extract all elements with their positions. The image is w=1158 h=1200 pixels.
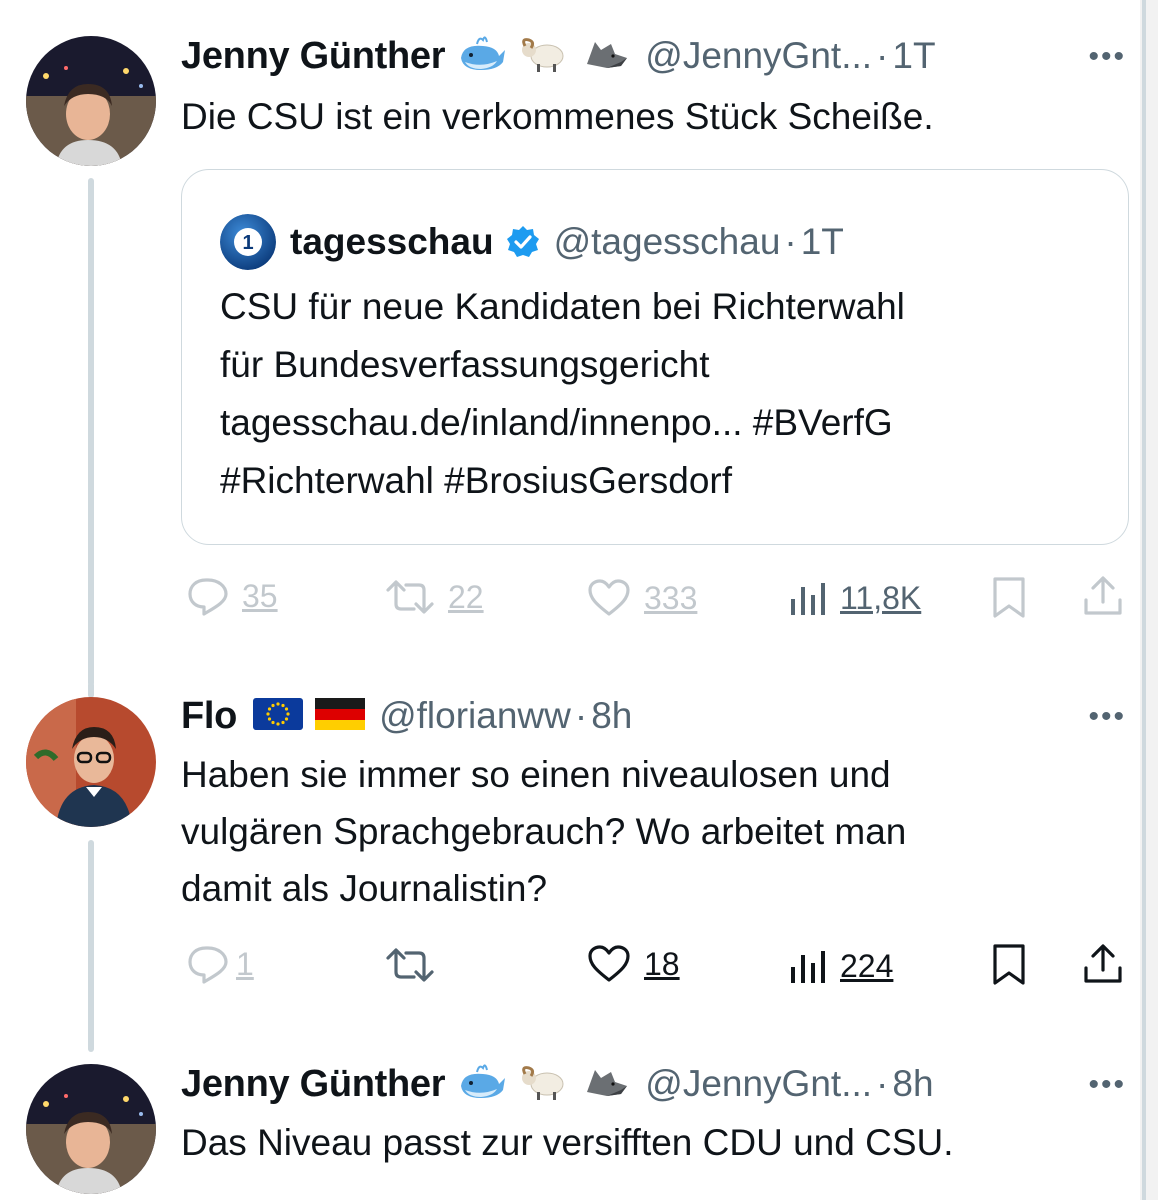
avatar[interactable] bbox=[26, 697, 156, 827]
tweet-header: Jenny Günther @JennyGnt... · 1T bbox=[181, 34, 936, 78]
avatar[interactable] bbox=[26, 36, 156, 166]
reply-icon bbox=[188, 946, 228, 984]
more-options-icon[interactable]: ••• bbox=[1088, 1068, 1126, 1102]
separator: · bbox=[876, 35, 889, 76]
thread-line bbox=[88, 840, 94, 1052]
reply-button[interactable]: 1 bbox=[186, 944, 254, 984]
share-icon bbox=[1084, 576, 1122, 615]
bookmark-button[interactable] bbox=[990, 943, 1028, 987]
views-count: 224 bbox=[840, 948, 894, 984]
thread-line bbox=[88, 682, 94, 698]
reply-count: 1 bbox=[236, 945, 254, 982]
scrollbar-thumb[interactable] bbox=[1142, 0, 1146, 1200]
whale-emoji bbox=[457, 34, 507, 79]
like-button[interactable]: 18 bbox=[586, 944, 680, 984]
bookmark-icon bbox=[993, 944, 1025, 985]
whale-emoji bbox=[457, 1062, 507, 1107]
wolf-emoji bbox=[581, 1062, 631, 1107]
author-name[interactable]: Flo bbox=[181, 695, 237, 738]
retweet-button[interactable] bbox=[384, 946, 436, 984]
heart-icon bbox=[588, 945, 630, 982]
verified-badge-icon bbox=[506, 226, 539, 257]
share-icon bbox=[1084, 944, 1122, 983]
author-name[interactable]: Jenny Günther bbox=[181, 35, 446, 78]
quoted-tweet-text: CSU für neue Kandidaten bei Richterwahl … bbox=[220, 286, 905, 501]
quoted-author-handle[interactable]: @tagesschau bbox=[554, 221, 781, 263]
reply-count: 35 bbox=[242, 577, 278, 614]
ram-emoji bbox=[519, 34, 569, 79]
bookmark-button[interactable] bbox=[990, 576, 1028, 620]
share-button[interactable] bbox=[1082, 574, 1124, 618]
wolf-emoji bbox=[581, 34, 631, 79]
german-flag-icon bbox=[315, 697, 366, 735]
tweet-header: Jenny Günther @JennyGnt... · 8h bbox=[181, 1062, 934, 1106]
quoted-tweet[interactable]: 1 tagesschau @tagesschau · 1T CSU für ne… bbox=[181, 169, 1129, 545]
ram-emoji bbox=[519, 1062, 569, 1107]
logo-text: 1 bbox=[242, 232, 253, 254]
reply-icon bbox=[188, 578, 228, 616]
more-options-icon[interactable]: ••• bbox=[1088, 40, 1126, 74]
separator: · bbox=[574, 695, 588, 736]
views-button[interactable]: 11,8K bbox=[788, 580, 921, 617]
like-count: 18 bbox=[644, 945, 680, 982]
retweet-count: 22 bbox=[448, 578, 484, 615]
separator: · bbox=[876, 1063, 889, 1104]
views-button[interactable]: 224 bbox=[788, 948, 893, 985]
quoted-author-name[interactable]: tagesschau bbox=[290, 221, 494, 263]
tweet-text: Haben sie immer so einen niveaulosen und… bbox=[181, 754, 907, 909]
tweet-text: Die CSU ist ein verkommenes Stück Scheiß… bbox=[181, 96, 934, 137]
retweet-button[interactable]: 22 bbox=[384, 578, 484, 616]
tweet-header: Flo @florianww · 8h bbox=[181, 694, 632, 738]
tagesschau-logo: 1 bbox=[220, 214, 276, 270]
retweet-icon bbox=[386, 580, 434, 614]
quoted-timestamp[interactable]: 1T bbox=[801, 221, 844, 263]
author-handle[interactable]: @florianww bbox=[379, 695, 571, 737]
more-options-icon[interactable]: ••• bbox=[1088, 700, 1126, 734]
author-name[interactable]: Jenny Günther bbox=[181, 1063, 446, 1106]
author-handle[interactable]: @JennyGnt... bbox=[645, 1063, 872, 1105]
like-count: 333 bbox=[644, 579, 698, 616]
quoted-tweet-header: 1 tagesschau @tagesschau · 1T bbox=[220, 214, 844, 270]
heart-icon bbox=[588, 579, 630, 616]
reply-button[interactable]: 35 bbox=[186, 576, 278, 616]
share-button[interactable] bbox=[1082, 942, 1124, 986]
avatar[interactable] bbox=[26, 1064, 156, 1194]
analytics-icon bbox=[791, 950, 825, 983]
eu-flag-icon bbox=[253, 697, 304, 735]
timestamp[interactable]: 8h bbox=[892, 1063, 933, 1105]
timestamp[interactable]: 1T bbox=[892, 35, 935, 77]
retweet-icon bbox=[386, 948, 434, 982]
bookmark-icon bbox=[993, 577, 1025, 618]
thread-line bbox=[88, 178, 94, 686]
tweet-text: Das Niveau passt zur versifften CDU und … bbox=[181, 1122, 954, 1163]
analytics-icon bbox=[791, 582, 825, 615]
author-handle[interactable]: @JennyGnt... bbox=[645, 35, 872, 77]
like-button[interactable]: 333 bbox=[586, 578, 697, 618]
timestamp[interactable]: 8h bbox=[591, 695, 632, 737]
views-count: 11,8K bbox=[840, 580, 922, 616]
separator: · bbox=[784, 221, 797, 262]
